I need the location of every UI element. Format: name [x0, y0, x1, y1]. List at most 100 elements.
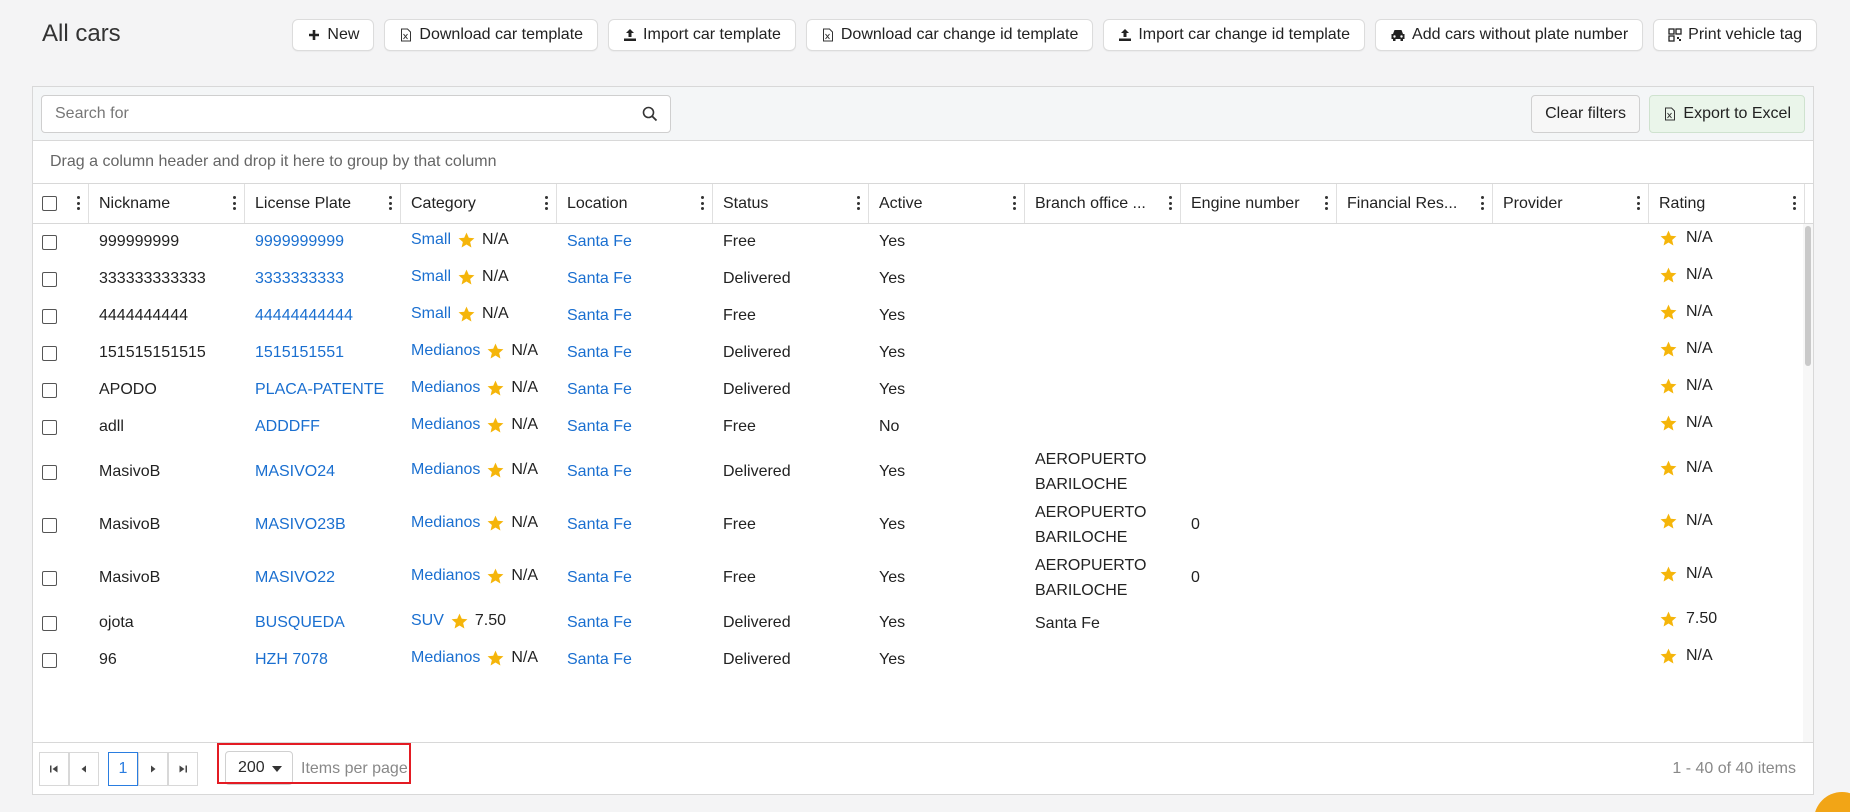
column-header-provider[interactable]: Provider — [1493, 184, 1649, 223]
table-row[interactable]: MasivoB MASIVO23B Medianos N/A Santa Fe Free Y… — [33, 499, 1813, 552]
category-link[interactable]: Small — [411, 268, 451, 286]
license-plate-link[interactable]: 9999999999 — [245, 224, 401, 260]
column-menu-icon[interactable] — [1324, 196, 1328, 210]
column-menu-icon[interactable] — [1168, 196, 1172, 210]
engine-number-cell — [1181, 642, 1337, 678]
location-link[interactable]: Santa Fe — [557, 499, 713, 551]
category-link[interactable]: Small — [411, 231, 451, 249]
category-link[interactable]: Medianos — [411, 649, 480, 667]
location-link[interactable]: Santa Fe — [557, 552, 713, 604]
category-link[interactable]: Medianos — [411, 461, 480, 479]
table-row[interactable]: APODO PLACA-PATENTE Medianos N/A Santa Fe Del… — [33, 372, 1813, 409]
column-header-active[interactable]: Active — [869, 184, 1025, 223]
category-link[interactable]: Medianos — [411, 567, 480, 585]
table-row[interactable]: 96 HZH 7078 Medianos N/A Santa Fe Delivered Ye… — [33, 642, 1813, 679]
first-page-button[interactable] — [39, 752, 69, 786]
license-plate-link[interactable]: 3333333333 — [245, 261, 401, 297]
row-checkbox[interactable] — [42, 234, 57, 250]
license-plate-link[interactable]: 44444444444 — [245, 298, 401, 334]
column-menu-icon[interactable] — [700, 196, 704, 210]
table-row[interactable]: adll ADDDFF Medianos N/A Santa Fe Free No N/A — [33, 409, 1813, 446]
new-button[interactable]: New — [292, 19, 375, 51]
category-link[interactable]: Medianos — [411, 416, 480, 434]
category-link[interactable]: Medianos — [411, 342, 480, 360]
row-checkbox[interactable] — [42, 570, 57, 586]
print-vehicle-tag-button[interactable]: Print vehicle tag — [1653, 19, 1817, 51]
column-header-location[interactable]: Location — [557, 184, 713, 223]
location-link[interactable]: Santa Fe — [557, 261, 713, 297]
last-page-button[interactable] — [168, 752, 198, 786]
import-car-change-id-template-button[interactable]: Import car change id template — [1103, 19, 1366, 51]
location-link[interactable]: Santa Fe — [557, 409, 713, 445]
group-panel[interactable]: Drag a column header and drop it here to… — [33, 141, 1813, 184]
row-checkbox[interactable] — [42, 308, 57, 324]
column-header-nickname[interactable]: Nickname — [89, 184, 245, 223]
table-row[interactable]: MasivoB MASIVO24 Medianos N/A Santa Fe Delive… — [33, 446, 1813, 499]
table-row[interactable]: ojota BUSQUEDA SUV 7.50 Santa Fe Delivered Yes… — [33, 605, 1813, 642]
column-menu-icon[interactable] — [232, 196, 236, 210]
add-cars-without-plate-button[interactable]: Add cars without plate number — [1375, 19, 1644, 51]
license-plate-link[interactable]: ADDDFF — [245, 409, 401, 445]
import-car-template-button[interactable]: Import car template — [608, 19, 796, 51]
location-link[interactable]: Santa Fe — [557, 224, 713, 260]
next-page-button[interactable] — [138, 752, 168, 786]
clear-filters-button[interactable]: Clear filters — [1531, 95, 1640, 133]
location-link[interactable]: Santa Fe — [557, 446, 713, 498]
column-header-financial[interactable]: Financial Res... — [1337, 184, 1493, 223]
location-link[interactable]: Santa Fe — [557, 605, 713, 641]
column-menu-icon[interactable] — [1012, 196, 1016, 210]
floating-action-button[interactable] — [1814, 792, 1850, 812]
license-plate-link[interactable]: 1515151551 — [245, 335, 401, 371]
license-plate-link[interactable]: MASIVO23B — [245, 499, 401, 551]
download-car-template-button[interactable]: Download car template — [384, 19, 599, 51]
column-menu-icon[interactable] — [1792, 196, 1796, 210]
export-excel-button[interactable]: Export to Excel — [1649, 95, 1805, 133]
row-checkbox[interactable] — [42, 652, 57, 668]
rating-value: N/A — [1686, 377, 1713, 394]
location-link[interactable]: Santa Fe — [557, 335, 713, 371]
row-checkbox[interactable] — [42, 615, 57, 631]
license-plate-link[interactable]: PLACA-PATENTE — [245, 372, 401, 408]
column-menu-icon[interactable] — [856, 196, 860, 210]
license-plate-link[interactable]: MASIVO24 — [245, 446, 401, 498]
column-header-rating[interactable]: Rating — [1649, 184, 1805, 223]
page-button-current[interactable]: 1 — [108, 752, 138, 786]
table-row[interactable]: 151515151515 1515151551 Medianos N/A Santa F… — [33, 335, 1813, 372]
category-link[interactable]: SUV — [411, 612, 444, 630]
row-checkbox[interactable] — [42, 382, 57, 398]
column-menu-icon[interactable] — [1636, 196, 1640, 210]
column-header-status[interactable]: Status — [713, 184, 869, 223]
location-link[interactable]: Santa Fe — [557, 642, 713, 678]
search-input[interactable] — [42, 96, 630, 132]
license-plate-link[interactable]: HZH 7078 — [245, 642, 401, 678]
column-header-branch-office[interactable]: Branch office ... — [1025, 184, 1181, 223]
column-menu-icon[interactable] — [1480, 196, 1484, 210]
scrollbar-thumb[interactable] — [1805, 226, 1811, 366]
column-header-category[interactable]: Category — [401, 184, 557, 223]
category-link[interactable]: Medianos — [411, 379, 480, 397]
row-checkbox[interactable] — [42, 464, 57, 480]
column-header-engine-number[interactable]: Engine number — [1181, 184, 1337, 223]
column-menu-icon[interactable] — [544, 196, 548, 210]
row-checkbox[interactable] — [42, 419, 57, 435]
column-menu-icon[interactable] — [76, 196, 80, 210]
category-link[interactable]: Medianos — [411, 514, 480, 532]
previous-page-button[interactable] — [69, 752, 99, 786]
select-all-checkbox[interactable] — [42, 196, 57, 211]
row-checkbox[interactable] — [42, 345, 57, 361]
license-plate-link[interactable]: MASIVO22 — [245, 552, 401, 604]
search-icon[interactable] — [630, 106, 670, 122]
column-menu-icon[interactable] — [388, 196, 392, 210]
license-plate-link[interactable]: BUSQUEDA — [245, 605, 401, 641]
row-checkbox[interactable] — [42, 271, 57, 287]
category-link[interactable]: Small — [411, 305, 451, 323]
table-row[interactable]: 4444444444 44444444444 Small N/A Santa Fe Fre… — [33, 298, 1813, 335]
table-row[interactable]: MasivoB MASIVO22 Medianos N/A Santa Fe Free Ye… — [33, 552, 1813, 605]
download-car-change-id-template-button[interactable]: Download car change id template — [805, 19, 1094, 51]
table-row[interactable]: 999999999 9999999999 Small N/A Santa Fe Free Y… — [33, 224, 1813, 261]
table-row[interactable]: 333333333333 3333333333 Small N/A Santa Fe De… — [33, 261, 1813, 298]
location-link[interactable]: Santa Fe — [557, 372, 713, 408]
column-header-license-plate[interactable]: License Plate — [245, 184, 401, 223]
row-checkbox[interactable] — [42, 517, 57, 533]
location-link[interactable]: Santa Fe — [557, 298, 713, 334]
